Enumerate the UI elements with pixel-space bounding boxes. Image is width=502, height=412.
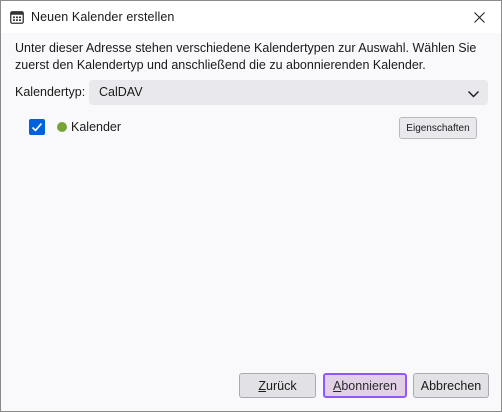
properties-button[interactable]: Eigenschaften	[399, 117, 477, 139]
dialog-content: Unter dieser Adresse stehen verschiedene…	[1, 33, 501, 411]
calendar-icon	[10, 10, 24, 24]
back-button[interactable]: Zurück	[239, 373, 316, 398]
title-bar: Neuen Kalender erstellen	[1, 1, 501, 33]
calendar-checkbox[interactable]	[29, 119, 45, 135]
subscribe-label-rest: bonnieren	[341, 378, 397, 393]
calendar-list-item: Kalender Eigenschaften	[29, 117, 479, 143]
calendar-type-label: Kalendertyp:	[15, 85, 86, 99]
checkmark-icon	[31, 122, 43, 132]
calendar-type-select[interactable]: CalDAV	[89, 80, 488, 105]
calendar-name: Kalender	[71, 120, 122, 134]
dialog-description: Unter dieser Adresse stehen verschiedene…	[15, 41, 477, 72]
close-button[interactable]	[457, 1, 501, 33]
back-mnemonic: Z	[258, 378, 267, 393]
close-icon	[473, 11, 485, 23]
calendar-type-value: CalDAV	[99, 85, 143, 99]
calendar-color-dot	[57, 122, 67, 132]
chevron-down-icon	[467, 87, 480, 98]
back-label-rest: urück	[266, 378, 297, 393]
cancel-button[interactable]: Abbrechen	[413, 373, 489, 398]
subscribe-button[interactable]: Abonnieren	[323, 373, 407, 398]
window-title: Neuen Kalender erstellen	[31, 10, 175, 24]
dialog-window: Neuen Kalender erstellen Unter dieser Ad…	[0, 0, 502, 412]
